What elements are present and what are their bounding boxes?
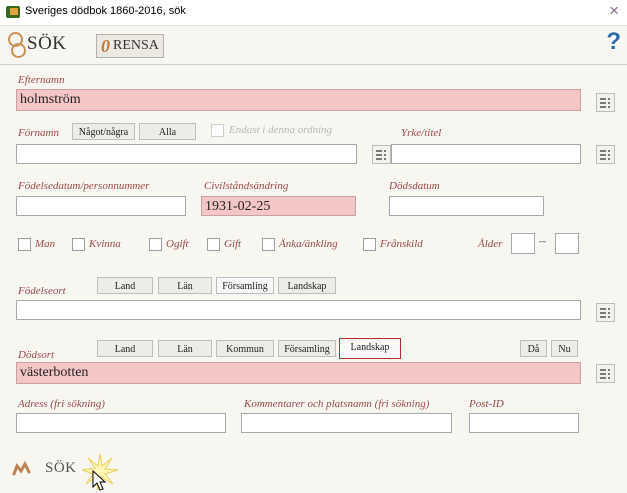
woman-label: Kvinna [89,238,121,250]
title-bar: Sveriges dödbok 1860-2016, sök × [0,0,627,26]
mouse-cursor-icon [92,470,107,491]
deathplace-now-button[interactable]: Nu [551,340,578,357]
deathdate-field[interactable] [389,196,544,216]
occupation-label: Yrke/titel [401,127,442,139]
widow-label: Änka/änkling [279,238,338,250]
post-id-label: Post-ID [469,398,504,410]
firstname-field[interactable] [16,144,357,164]
search-people-icon [11,458,39,478]
firstname-list-icon[interactable] [372,145,391,164]
deathplace-province-button[interactable]: Landskap [339,338,401,359]
man-label: Man [35,238,56,250]
age-to-field[interactable] [555,233,579,254]
deathplace-list-icon[interactable] [596,364,615,383]
civil-status-field[interactable]: 1931-02-25 [201,196,356,216]
search-button[interactable]: SÖK [7,30,67,58]
married-checkbox[interactable] [207,238,220,251]
surname-label: Efternamn [18,74,65,86]
divorced-label: Frånskild [380,238,423,250]
widow-checkbox[interactable] [262,238,275,251]
deathplace-field[interactable]: västerbotten [16,362,581,384]
occupation-list-icon[interactable] [596,145,615,164]
deathplace-then-button[interactable]: Då [520,340,547,357]
deathplace-parish-button[interactable]: Församling [278,340,336,357]
clear-icon: 0 [101,35,110,56]
app-icon [6,6,20,18]
woman-checkbox[interactable] [72,238,85,251]
address-field[interactable] [16,413,226,433]
civil-status-label: Civilståndsändring [204,180,289,192]
help-icon[interactable]: ? [606,28,621,56]
close-icon[interactable]: × [609,1,619,21]
birthplace-parish-button[interactable]: Församling [216,277,274,294]
birthplace-province-button[interactable]: Landskap [278,277,336,294]
surname-list-icon[interactable] [596,93,615,112]
bottom-search-label: SÖK [45,459,77,476]
clear-button[interactable]: 0 RENSA [96,34,164,58]
birthdate-label: Födelsedatum/personnummer [18,180,150,192]
search-button-label: SÖK [27,33,67,54]
divorced-checkbox[interactable] [363,238,376,251]
clear-button-label: RENSA [113,38,159,53]
comments-field[interactable] [241,413,452,433]
address-label: Adress (fri sökning) [18,398,105,410]
firstname-label: Förnamn [18,127,59,139]
search-people-icon [7,32,26,58]
firstname-all-button[interactable]: Alla [139,123,196,140]
birthplace-land-button[interactable]: Land [97,277,153,294]
birthdate-field[interactable] [16,196,186,216]
unmarried-label: Ogift [166,238,189,250]
birthplace-field[interactable] [16,300,581,320]
toolbar: SÖK 0 RENSA ? [0,26,627,62]
birthplace-list-icon[interactable] [596,303,615,322]
man-checkbox[interactable] [18,238,31,251]
deathplace-label: Dödsort [18,349,55,361]
age-label: Ålder [478,238,503,250]
deathplace-lan-button[interactable]: Län [158,340,212,357]
surname-field[interactable]: holmström [16,89,581,111]
window-title: Sveriges dödbok 1860-2016, sök [25,5,186,17]
post-id-field[interactable] [469,413,579,433]
unmarried-checkbox[interactable] [149,238,162,251]
age-from-field[interactable] [511,233,535,254]
only-order-checkbox[interactable] [211,124,224,137]
married-label: Gift [224,238,242,250]
firstname-some-button[interactable]: Något/några [72,123,135,140]
toolbar-divider [0,64,627,65]
birthplace-label: Födelseort [18,285,66,297]
birthplace-lan-button[interactable]: Län [158,277,212,294]
deathplace-municipality-button[interactable]: Kommun [216,340,274,357]
comments-label: Kommentarer och platsnamn (fri sökning) [244,398,430,410]
age-dash: – [539,234,546,249]
deathdate-label: Dödsdatum [389,180,440,192]
occupation-field[interactable] [391,144,581,164]
only-order-label: Endast i denna ordning [229,124,333,136]
deathplace-land-button[interactable]: Land [97,340,153,357]
